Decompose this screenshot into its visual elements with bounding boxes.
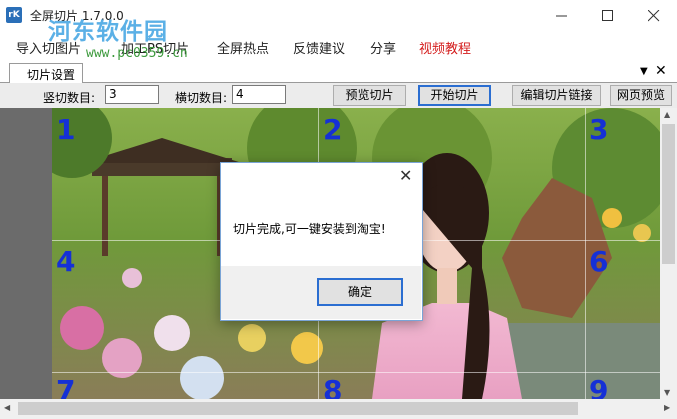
horizontal-scroll-thumb[interactable] bbox=[18, 402, 578, 415]
close-icon bbox=[648, 10, 660, 22]
vertical-scroll-thumb[interactable] bbox=[662, 124, 675, 264]
slice-number: 3 bbox=[589, 113, 609, 146]
slice-number: 1 bbox=[56, 113, 76, 146]
vertical-count-label: 竖切数目: bbox=[43, 91, 96, 105]
vertical-count-input[interactable]: 3 bbox=[105, 85, 159, 104]
close-window-button[interactable] bbox=[631, 0, 677, 32]
menu-feedback[interactable]: 反馈建议 bbox=[293, 38, 345, 57]
tab-label: 切片设置 bbox=[27, 68, 76, 82]
scroll-up-icon[interactable]: ▲ bbox=[664, 110, 670, 119]
web-preview-button[interactable]: 网页预览 bbox=[610, 85, 672, 106]
app-icon: rK bbox=[6, 7, 22, 23]
close-tab-icon[interactable]: ✕ bbox=[655, 63, 667, 79]
menu-fullscreen-hotspot[interactable]: 全屏热点 bbox=[217, 38, 269, 57]
preview-slices-button[interactable]: 预览切片 bbox=[333, 85, 406, 106]
tab-strip bbox=[0, 60, 677, 83]
slice-number: 2 bbox=[323, 113, 343, 146]
dialog-message: 切片完成,可一键安装到淘宝! bbox=[233, 222, 386, 236]
menu-video-tutorial[interactable]: 视频教程 bbox=[419, 38, 471, 57]
menu-share[interactable]: 分享 bbox=[370, 38, 396, 57]
horizontal-count-label: 横切数目: bbox=[175, 91, 228, 105]
start-slicing-button[interactable]: 开始切片 bbox=[418, 85, 491, 106]
minimize-button[interactable] bbox=[539, 0, 585, 32]
slice-number: 4 bbox=[56, 245, 76, 278]
chevron-down-icon[interactable]: ▼ bbox=[640, 66, 648, 77]
slice-number: 6 bbox=[589, 245, 609, 278]
maximize-icon bbox=[602, 10, 613, 21]
ok-button[interactable]: 确定 bbox=[317, 278, 403, 306]
horizontal-count-input[interactable]: 4 bbox=[232, 85, 286, 104]
scroll-right-icon[interactable]: ▶ bbox=[664, 403, 670, 412]
edit-slice-links-button[interactable]: 编辑切片链接 bbox=[512, 85, 601, 106]
watermark-url: www.pc0359.cn bbox=[86, 46, 188, 61]
watermark-logo-text: 河东软件园 bbox=[48, 19, 168, 45]
maximize-button[interactable] bbox=[585, 0, 631, 32]
scroll-left-icon[interactable]: ◀ bbox=[4, 403, 10, 412]
slice-gridline bbox=[52, 372, 660, 373]
slice-gridline bbox=[585, 108, 586, 399]
minimize-icon bbox=[556, 15, 567, 17]
close-icon[interactable]: ✕ bbox=[399, 166, 412, 185]
scroll-down-icon[interactable]: ▼ bbox=[664, 388, 670, 397]
